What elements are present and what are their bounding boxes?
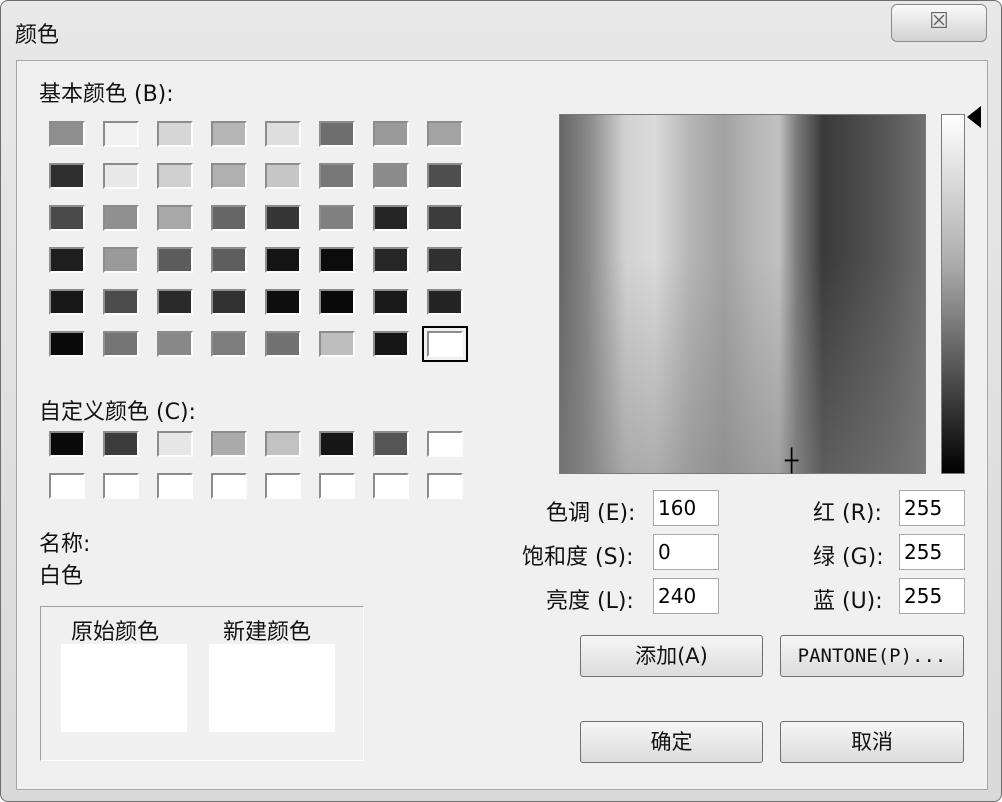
original-color-swatch [61,644,187,732]
basic-color-swatch[interactable] [103,331,139,357]
custom-color-swatch[interactable] [265,473,301,499]
basic-color-swatch[interactable] [373,163,409,189]
basic-color-swatch[interactable] [211,205,247,231]
basic-color-swatch[interactable] [157,289,193,315]
basic-color-swatch[interactable] [373,247,409,273]
new-color-label: 新建颜色 [223,620,312,645]
custom-color-swatch[interactable] [157,431,193,457]
custom-color-swatch[interactable] [373,473,409,499]
saturation-input[interactable]: 0 [653,534,719,570]
custom-colors-label: 自定义颜色 (C): [39,400,196,425]
pantone-button[interactable]: PANTONE(P)... [780,635,964,677]
basic-color-swatch[interactable] [211,247,247,273]
custom-color-swatch[interactable] [265,431,301,457]
custom-color-swatch[interactable] [427,431,463,457]
color-name-value: 白色 [39,564,84,589]
basic-color-swatch[interactable] [427,163,463,189]
luminance-slider[interactable] [941,114,965,474]
color-dialog: 颜色 ☒ 基本颜色 (B): 自定义颜色 (C): 名称: 白色 原始颜色 新建… [0,0,1002,802]
custom-color-swatch[interactable] [49,431,85,457]
basic-color-swatch[interactable] [319,121,355,147]
crosshair-icon: ┼ [785,449,799,474]
luminance-input[interactable]: 240 [653,578,719,614]
custom-color-swatch[interactable] [157,473,193,499]
custom-color-swatch[interactable] [427,473,463,499]
basic-color-swatch[interactable] [373,331,409,357]
green-input[interactable]: 255 [899,534,965,570]
basic-color-swatch[interactable] [422,326,468,362]
custom-color-swatch[interactable] [319,473,355,499]
basic-color-swatch[interactable] [49,121,85,147]
custom-color-swatch[interactable] [211,473,247,499]
basic-color-swatch[interactable] [265,121,301,147]
basic-color-swatch[interactable] [49,331,85,357]
red-input[interactable]: 255 [899,490,965,526]
basic-color-swatch[interactable] [265,247,301,273]
basic-color-swatch[interactable] [49,205,85,231]
basic-color-swatch[interactable] [103,205,139,231]
new-color-swatch [209,644,335,732]
name-label: 名称: [39,532,91,557]
basic-color-swatch[interactable] [103,121,139,147]
basic-color-swatch[interactable] [319,163,355,189]
cancel-button[interactable]: 取消 [780,721,964,763]
luminance-arrow-icon[interactable] [967,106,981,128]
basic-color-swatch[interactable] [427,205,463,231]
basic-color-swatch[interactable] [211,163,247,189]
basic-color-swatch[interactable] [319,289,355,315]
basic-color-swatch[interactable] [49,289,85,315]
basic-color-swatch[interactable] [157,331,193,357]
basic-color-swatch[interactable] [211,331,247,357]
basic-color-swatch[interactable] [157,121,193,147]
basic-color-swatch[interactable] [157,247,193,273]
basic-color-swatch[interactable] [49,247,85,273]
dialog-title: 颜色 [15,23,60,48]
basic-color-swatch[interactable] [265,205,301,231]
custom-color-swatch[interactable] [319,431,355,457]
basic-color-swatch[interactable] [49,163,85,189]
blue-input[interactable]: 255 [899,578,965,614]
basic-color-swatch[interactable] [265,331,301,357]
basic-color-swatch[interactable] [319,205,355,231]
hue-input[interactable]: 160 [653,490,719,526]
basic-color-swatch[interactable] [103,289,139,315]
basic-color-swatch[interactable] [427,289,463,315]
basic-color-swatch[interactable] [265,163,301,189]
add-to-custom-button[interactable]: 添加(A) [580,635,763,677]
custom-color-swatch[interactable] [103,473,139,499]
basic-color-swatch[interactable] [373,205,409,231]
color-spectrum[interactable]: ┼ [559,114,926,474]
original-color-label: 原始颜色 [71,620,160,645]
red-label: 红 (R): [813,501,882,526]
title-bar: 颜色 ☒ [1,1,1001,57]
basic-color-swatch[interactable] [211,289,247,315]
basic-color-swatch[interactable] [103,247,139,273]
luminance-label: 亮度 (L): [546,589,634,614]
hue-label: 色调 (E): [546,501,636,526]
basic-color-swatch[interactable] [211,121,247,147]
basic-colors-label: 基本颜色 (B): [39,82,174,107]
basic-color-swatch[interactable] [427,121,463,147]
custom-color-swatch[interactable] [211,431,247,457]
basic-color-swatch[interactable] [103,163,139,189]
custom-color-swatch[interactable] [103,431,139,457]
green-label: 绿 (G): [813,545,884,570]
basic-color-swatch[interactable] [373,289,409,315]
basic-color-swatch[interactable] [373,121,409,147]
basic-color-swatch[interactable] [319,331,355,357]
ok-button[interactable]: 确定 [580,721,763,763]
basic-color-swatch[interactable] [427,247,463,273]
basic-color-swatch[interactable] [319,247,355,273]
custom-color-swatch[interactable] [49,473,85,499]
blue-label: 蓝 (U): [813,589,883,614]
basic-color-swatch[interactable] [157,163,193,189]
close-icon: ☒ [929,9,949,34]
custom-color-swatch[interactable] [373,431,409,457]
close-button[interactable]: ☒ [891,4,987,42]
saturation-label: 饱和度 (S): [522,545,634,570]
basic-color-swatch[interactable] [265,289,301,315]
basic-color-swatch[interactable] [157,205,193,231]
